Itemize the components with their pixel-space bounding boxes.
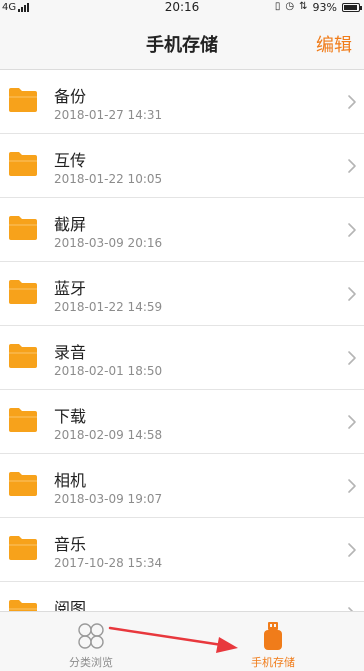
file-name: 备份 <box>54 87 87 106</box>
tab-label-phone-storage: 手机存储 <box>251 656 295 669</box>
battery-icon <box>342 2 362 12</box>
file-name: 相机 <box>54 471 87 490</box>
file-name: 下载 <box>54 407 87 426</box>
file-name: 截屏 <box>54 215 87 234</box>
file-name: 蓝牙 <box>54 279 87 298</box>
file-name: 音乐 <box>54 535 87 554</box>
phone-storage-icon <box>264 622 282 650</box>
chevron-right-icon <box>348 479 356 493</box>
file-date: 2018-03-09 19:07 <box>54 492 163 506</box>
file-date: 2018-02-09 14:58 <box>54 428 163 442</box>
folder-icon <box>9 472 37 496</box>
file-name: 阅图 <box>54 599 87 611</box>
file-date: 2017-10-28 15:34 <box>54 556 163 570</box>
folder-icon <box>9 88 37 112</box>
file-row[interactable]: 备份 2018-01-27 14:31 <box>0 70 364 134</box>
file-row[interactable]: 下载 2018-02-09 14:58 <box>0 390 364 454</box>
battery-level-fill <box>344 4 358 10</box>
file-row[interactable]: 录音 2018-02-01 18:50 <box>0 326 364 390</box>
nav-bar: 手机存储 编辑 <box>0 14 364 70</box>
file-row[interactable]: 音乐 2017-10-28 15:34 <box>0 518 364 582</box>
data-transfer-icon: ⇅ <box>299 1 308 12</box>
chevron-right-icon <box>348 95 356 109</box>
tab-phone-storage[interactable]: 手机存储 <box>182 612 364 671</box>
file-date: 2018-03-09 20:16 <box>54 236 163 250</box>
file-name: 互传 <box>54 151 87 170</box>
folder-icon <box>9 152 37 176</box>
folder-icon <box>9 280 37 304</box>
file-date: 2018-02-01 18:50 <box>54 364 163 378</box>
file-name: 录音 <box>54 343 87 362</box>
file-row[interactable]: 截屏 2018-03-09 20:16 <box>0 198 364 262</box>
folder-icon <box>9 344 37 368</box>
file-row[interactable]: 阅图 <box>0 582 364 611</box>
status-bar: 4G 20:16 ▯ ◷ ⇅ 93% <box>0 0 364 14</box>
chevron-right-icon <box>348 159 356 173</box>
category-grid-icon <box>78 623 104 649</box>
file-list[interactable]: 备份 2018-01-27 14:31 互传 2018-01-22 10:05 截屏 20… <box>0 70 364 611</box>
chevron-right-icon <box>348 351 356 365</box>
bottom-tab-bar: 分类浏览 手机存储 <box>0 611 364 671</box>
file-date: 2018-01-27 14:31 <box>54 108 163 122</box>
page-title: 手机存储 <box>146 35 218 56</box>
chevron-right-icon <box>348 415 356 429</box>
file-row[interactable]: 蓝牙 2018-01-22 14:59 <box>0 262 364 326</box>
chevron-right-icon <box>348 223 356 237</box>
tab-category-browse[interactable]: 分类浏览 <box>0 612 182 671</box>
status-icons: ▯ ◷ ⇅ 93% <box>274 0 362 14</box>
battery-percent: 93% <box>312 0 337 14</box>
folder-icon <box>9 408 37 432</box>
chevron-right-icon <box>348 607 354 611</box>
folder-icon <box>9 216 37 240</box>
vibrate-icon: ▯ <box>274 1 281 12</box>
file-row[interactable]: 互传 2018-01-22 10:05 <box>0 134 364 198</box>
folder-icon <box>9 600 37 611</box>
file-row[interactable]: 相机 2018-03-09 19:07 <box>0 454 364 518</box>
file-date: 2018-01-22 14:59 <box>54 300 163 314</box>
chevron-right-icon <box>348 543 356 557</box>
chevron-right-icon <box>348 287 356 301</box>
edit-button[interactable]: 编辑 <box>316 31 352 57</box>
alarm-icon: ◷ <box>285 1 295 12</box>
tab-label-category-browse: 分类浏览 <box>69 656 113 669</box>
folder-icon <box>9 536 37 560</box>
file-date: 2018-01-22 10:05 <box>54 172 163 186</box>
